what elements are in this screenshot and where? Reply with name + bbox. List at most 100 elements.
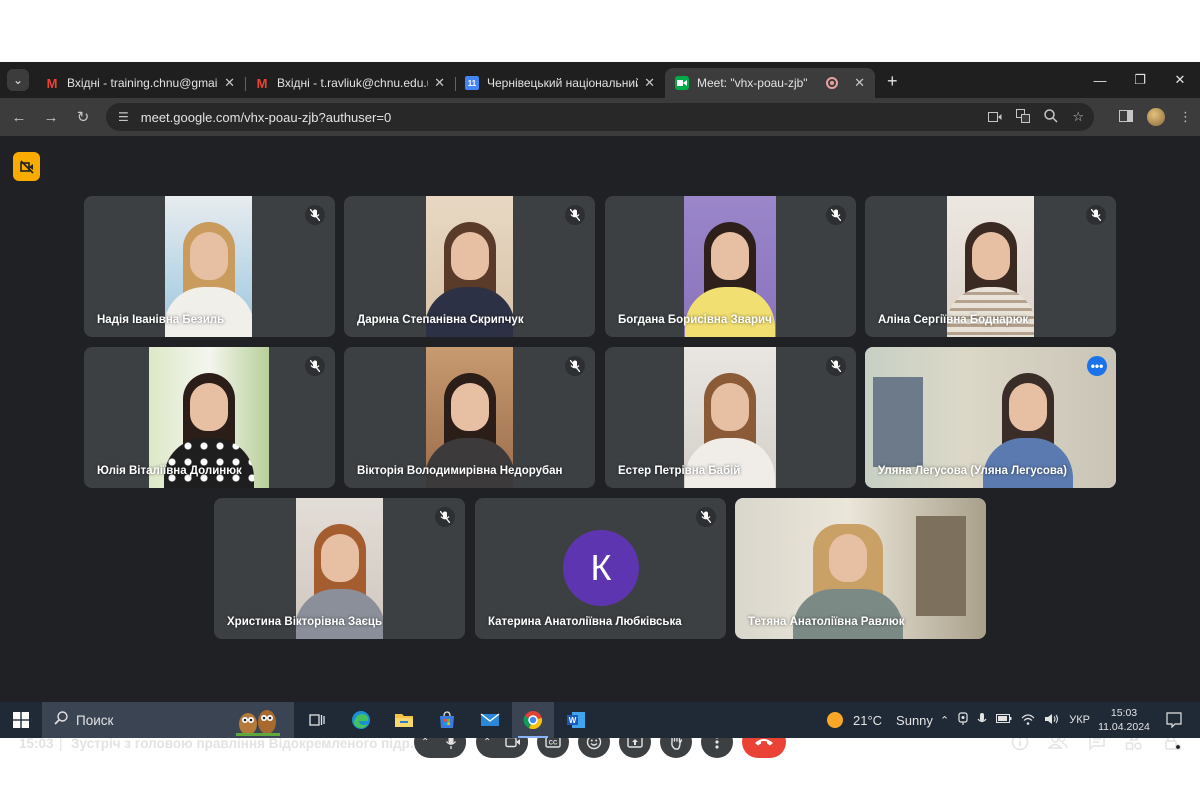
wifi-icon[interactable] — [1021, 713, 1035, 728]
mic-off-icon — [565, 205, 585, 225]
tab-title: Meet: "vhx-poau-zjb" — [697, 76, 808, 90]
zoom-icon[interactable] — [1044, 108, 1058, 126]
tab-search-chevron-icon[interactable]: ⌄ — [7, 69, 29, 91]
meeting-title: Зустріч з головою правління Відокремлено… — [71, 736, 422, 751]
separator: | — [59, 736, 63, 751]
more-options-button[interactable]: ••• — [1087, 356, 1107, 376]
recording-indicator-icon — [826, 77, 839, 89]
participant-tile[interactable]: Вікторія Володимирівна Недорубан — [344, 347, 595, 488]
participant-tile[interactable]: Христина Вікторівна Заєць — [214, 498, 465, 639]
participant-tile[interactable]: Юлія Віталіївна Долинюк — [84, 347, 335, 488]
mic-off-icon — [826, 356, 846, 376]
word-icon[interactable]: W — [555, 702, 597, 738]
owls-illustration-icon — [236, 706, 280, 736]
browser-tab-strip: ⌄ M Вхідні - training.chnu@gmail.com ✕ M… — [0, 62, 1200, 98]
camera-off-icon[interactable] — [13, 152, 40, 181]
chrome-browser-icon[interactable] — [512, 702, 554, 738]
site-settings-icon[interactable]: ☰ — [118, 110, 129, 124]
participant-tile[interactable]: Аліна Сергіївна Боднарюк — [865, 196, 1116, 337]
system-clock[interactable]: 15:03 11.04.2024 — [1096, 706, 1152, 734]
participant-tile[interactable]: Надія Іванівна Безиль — [84, 196, 335, 337]
system-tray: ⌃ УКР — [940, 702, 1090, 738]
search-placeholder: Поиск — [76, 712, 114, 728]
participant-tile[interactable]: Богдана Борисівна Зварич — [605, 196, 856, 337]
restore-icon[interactable]: ❐ — [1120, 62, 1160, 98]
calendar-icon: 11 — [465, 76, 479, 90]
edge-browser-icon[interactable] — [340, 702, 382, 738]
mic-off-icon — [435, 507, 455, 527]
windows-taskbar: Поиск W 21°C Sunny ⌃ УКР 15:03 11.04.202… — [0, 702, 1200, 738]
browser-tab-gmail-ravliuk[interactable]: M Вхідні - t.ravliuk@chnu.edu.ua ✕ — [245, 68, 455, 98]
window-controls: — ❐ ✕ — [1080, 62, 1200, 98]
new-tab-button[interactable]: + — [887, 71, 898, 92]
participant-name: Катерина Анатоліївна Любківська — [488, 616, 682, 628]
participant-tile[interactable]: Дарина Степанівна Скрипчук — [344, 196, 595, 337]
sunny-weather-icon — [827, 712, 843, 728]
participant-name: Христина Вікторівна Заєць — [227, 616, 383, 628]
participant-name: Богдана Борисівна Зварич — [618, 314, 772, 326]
participant-tile[interactable]: Естер Петрівна Бабій — [605, 347, 856, 488]
browser-tab-gmail-training[interactable]: M Вхідні - training.chnu@gmail.com ✕ — [35, 68, 245, 98]
show-hidden-icons-chevron-icon[interactable]: ⌃ — [940, 714, 949, 727]
microsoft-store-icon[interactable] — [426, 702, 468, 738]
mic-off-icon — [1086, 205, 1106, 225]
chevron-up-icon[interactable]: ⌃ — [476, 737, 498, 748]
mic-off-icon — [305, 356, 325, 376]
taskbar-search-box[interactable]: Поиск — [42, 702, 294, 738]
search-icon — [54, 710, 68, 730]
participant-name: Аліна Сергіївна Боднарюк — [878, 314, 1029, 326]
clock-date: 11.04.2024 — [1098, 721, 1150, 733]
gmail-icon: M — [256, 75, 268, 91]
windows-start-icon[interactable] — [0, 702, 42, 738]
profile-avatar[interactable] — [1147, 108, 1165, 126]
gmail-icon: M — [46, 75, 58, 91]
task-view-icon[interactable] — [296, 702, 338, 738]
participant-name: Тетяна Анатоліївна Равлюк — [748, 616, 905, 628]
address-bar[interactable]: ☰ meet.google.com/vhx-poau-zjb?authuser=… — [106, 103, 1094, 131]
weather-temp: 21°C — [853, 712, 883, 728]
browser-tab-meet[interactable]: Meet: "vhx-poau-zjb" ✕ — [665, 68, 875, 98]
mic-off-icon — [826, 205, 846, 225]
participant-tile-active-speaker[interactable]: ••• Уляна Легусова (Уляна Легусова) — [865, 347, 1116, 488]
bookmark-star-icon[interactable]: ☆ — [1072, 109, 1084, 125]
close-icon[interactable]: ✕ — [854, 75, 865, 91]
participant-name: Естер Петрівна Бабій — [618, 465, 741, 477]
participant-name: Вікторія Володимирівна Недорубан — [357, 465, 563, 477]
participant-tile[interactable]: Тетяна Анатоліївна Равлюк — [735, 498, 986, 639]
tab-title: Вхідні - training.chnu@gmail.com — [67, 76, 218, 90]
close-icon[interactable]: ✕ — [434, 75, 445, 91]
webcam-in-use-icon[interactable] — [958, 711, 968, 729]
forward-icon[interactable]: → — [35, 102, 67, 132]
volume-icon[interactable] — [1044, 713, 1060, 728]
battery-icon[interactable] — [996, 714, 1012, 726]
camera-in-use-icon[interactable] — [988, 110, 1002, 125]
participant-tile[interactable]: К Катерина Анатоліївна Любківська — [475, 498, 726, 639]
mic-off-icon — [696, 507, 716, 527]
menu-kebab-icon[interactable]: ⋮ — [1179, 109, 1192, 125]
browser-tab-university[interactable]: 11 Чернівецький національний університет… — [455, 68, 665, 98]
url-text: meet.google.com/vhx-poau-zjb?authuser=0 — [140, 109, 392, 125]
browser-toolbar: ← → ↻ ☰ meet.google.com/vhx-poau-zjb?aut… — [0, 98, 1200, 136]
meet-stage: Надія Іванівна Безиль Дарина Степанівна … — [0, 136, 1200, 758]
screen: ⌄ M Вхідні - training.chnu@gmail.com ✕ M… — [0, 62, 1200, 758]
weather-widget[interactable]: 21°C Sunny — [827, 702, 933, 738]
mail-icon[interactable] — [469, 702, 511, 738]
back-icon[interactable]: ← — [3, 102, 35, 132]
minimize-icon[interactable]: — — [1080, 62, 1120, 98]
meet-icon — [675, 76, 689, 90]
close-window-icon[interactable]: ✕ — [1160, 62, 1200, 98]
notifications-icon[interactable] — [1160, 702, 1188, 738]
svg-text:W: W — [569, 716, 577, 725]
reload-icon[interactable]: ↻ — [67, 102, 99, 132]
microphone-in-use-icon[interactable] — [977, 712, 987, 729]
participant-name: Дарина Степанівна Скрипчук — [357, 314, 524, 326]
close-icon[interactable]: ✕ — [224, 75, 235, 91]
side-panel-icon[interactable] — [1119, 109, 1133, 125]
close-icon[interactable]: ✕ — [644, 75, 655, 91]
chevron-up-icon[interactable]: ⌃ — [414, 737, 436, 748]
input-language[interactable]: УКР — [1069, 714, 1090, 726]
translate-icon[interactable] — [1016, 108, 1031, 126]
tab-title: Чернівецький національний університет — [487, 76, 639, 90]
weather-condition: Sunny — [896, 712, 933, 728]
file-explorer-icon[interactable] — [383, 702, 425, 738]
